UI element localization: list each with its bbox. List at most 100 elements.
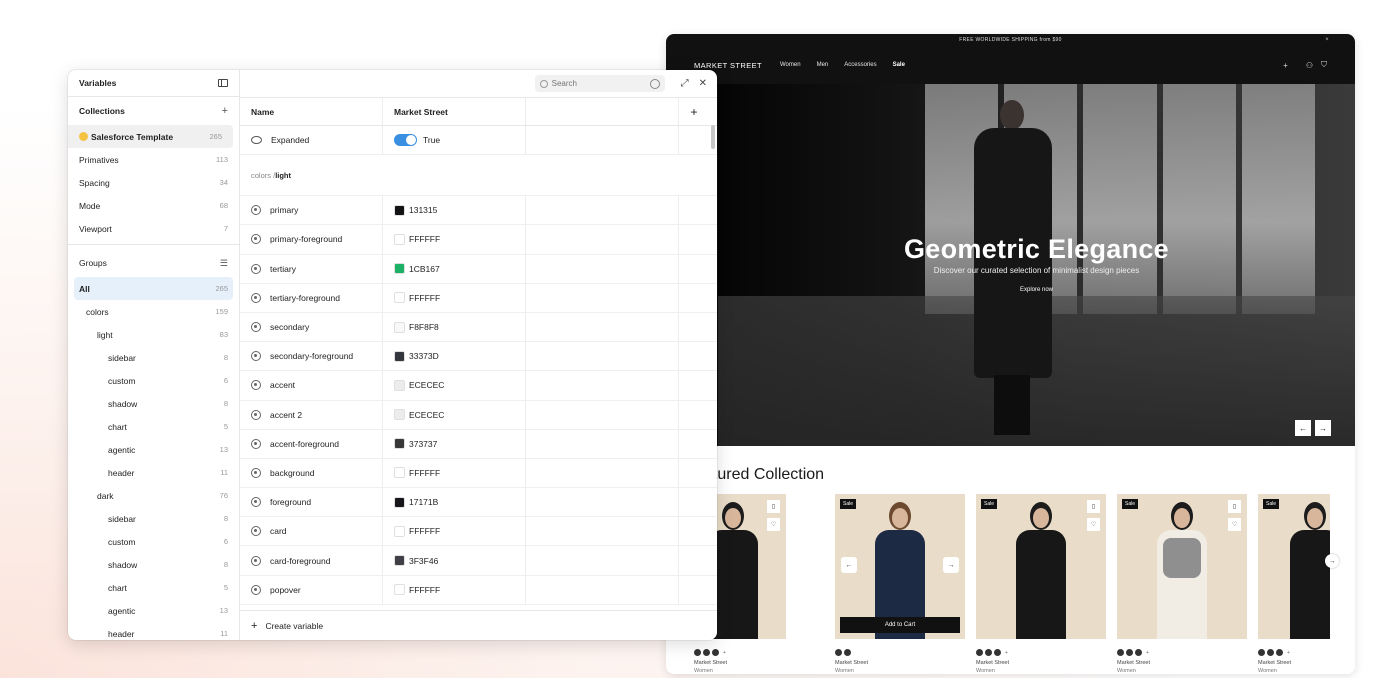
group-all[interactable]: All 265 [74,277,233,300]
color-swatch[interactable] [394,409,405,421]
chevron-left-icon[interactable]: ← [841,557,857,573]
collection-salesforce-template[interactable]: Salesforce Template 265 [68,125,233,148]
variable-value[interactable]: FFFFFF [409,293,440,303]
collection-spacing[interactable]: Spacing 34 [68,171,239,194]
bookmark-icon[interactable]: ▯ [1228,500,1241,513]
add-collection-icon[interactable]: + [222,105,228,117]
table-row[interactable]: primary-foreground FFFFFF [240,225,717,255]
table-row[interactable]: secondary-foreground 33373D [240,342,717,372]
variable-value[interactable]: F8F8F8 [409,322,439,332]
color-swatch[interactable] [394,233,405,245]
search-box[interactable] [534,75,665,92]
user-icon[interactable]: ⚇ [1306,61,1313,70]
table-row[interactable]: primary 131315 [240,196,717,226]
variable-value[interactable]: ECECEC [409,380,444,390]
table-row[interactable]: Expanded True [240,126,717,156]
product-card[interactable]: Sale ▯ ♡ + Market Street Women [1117,494,1247,674]
group-dark-shadow[interactable]: shadow 8 [68,553,239,576]
variable-value[interactable]: FFFFFF [409,585,440,595]
scrollbar[interactable] [711,125,715,149]
product-name[interactable]: Market Street [976,660,1106,666]
group-dark-header[interactable]: header 11 [68,622,239,640]
variable-value[interactable]: 373737 [409,439,437,449]
table-row[interactable]: accent ECECEC [240,371,717,401]
variable-value[interactable]: ECECEC [409,410,444,420]
group-dark-custom[interactable]: custom 6 [68,530,239,553]
table-row[interactable]: accent-foreground 373737 [240,429,717,459]
nav-link-accessories[interactable]: Accessories [844,62,876,68]
hero-prev-button[interactable]: ← [1295,420,1311,436]
nav-link-sale[interactable]: Sale [893,62,905,68]
product-name[interactable]: Market Street [694,660,824,666]
color-swatch[interactable] [394,379,405,391]
table-row[interactable]: foreground 17171B [240,488,717,518]
group-light-custom[interactable]: custom 6 [68,369,239,392]
site-brand[interactable]: MARKET STREET [694,61,762,70]
table-row[interactable]: secondary F8F8F8 [240,312,717,343]
add-to-cart-button[interactable]: Add to Cart [840,617,960,633]
collection-primatives[interactable]: Primatives 113 [68,148,239,171]
heart-icon[interactable]: ♡ [1228,518,1241,531]
table-row[interactable]: card-foreground 3F3F46 [240,546,717,576]
carousel-next-button[interactable]: → [1325,554,1339,568]
color-swatch[interactable] [394,467,405,479]
color-swatch[interactable] [394,525,405,537]
plus-icon[interactable]: + [1283,61,1288,70]
heart-icon[interactable]: ♡ [767,518,780,531]
color-swatch[interactable] [394,438,405,450]
product-card[interactable]: Sale ← → Add to Cart Market Street Women [835,494,965,674]
color-swatch[interactable] [394,292,405,304]
product-name[interactable]: Market Street [1258,660,1330,666]
nav-link-men[interactable]: Men [817,62,829,68]
group-light-chart[interactable]: chart 5 [68,415,239,438]
group-options-icon[interactable]: ☰ [220,258,228,269]
variable-value[interactable]: FFFFFF [409,468,440,478]
table-row[interactable]: background FFFFFF [240,458,717,489]
variable-value[interactable]: FFFFFF [409,234,440,244]
group-light-sidebar[interactable]: sidebar 8 [68,346,239,369]
close-icon[interactable]: × [1325,37,1329,43]
close-icon[interactable]: ✕ [699,78,707,89]
filter-icon[interactable] [649,78,660,89]
hero-next-button[interactable]: → [1315,420,1331,436]
chevron-right-icon[interactable]: → [943,557,959,573]
table-row[interactable]: tertiary-foreground FFFFFF [240,283,717,313]
table-row[interactable]: popover FFFFFF [240,575,717,605]
product-name[interactable]: Market Street [835,660,965,666]
table-row[interactable]: tertiary 1CB167 [240,254,717,284]
bookmark-icon[interactable]: ▯ [767,500,780,513]
group-light-shadow[interactable]: shadow 8 [68,392,239,415]
product-card[interactable]: Sale ▯ ♡ + Market Street Women [976,494,1106,674]
bookmark-icon[interactable]: ▯ [1087,500,1100,513]
variable-value[interactable]: 17171B [409,497,438,507]
nav-link-women[interactable]: Women [780,62,801,68]
collection-viewport[interactable]: Viewport 7 [68,217,239,240]
group-light-header[interactable]: header 11 [68,461,239,484]
variable-value[interactable]: 1CB167 [409,264,440,274]
group-dark-agentic[interactable]: agentic 13 [68,599,239,622]
color-swatch[interactable] [394,204,405,216]
color-swatch[interactable] [394,496,405,508]
collection-mode[interactable]: Mode 68 [68,194,239,217]
column-mode-header[interactable]: Market Street [383,98,526,125]
search-input[interactable] [551,79,642,88]
create-variable-button[interactable]: + Create variable [240,610,717,640]
group-dark[interactable]: dark 76 [68,484,239,507]
group-dark-chart[interactable]: chart 5 [68,576,239,599]
color-swatch[interactable] [394,263,405,275]
group-light-agentic[interactable]: agentic 13 [68,438,239,461]
variable-value[interactable]: 3F3F46 [409,556,438,566]
table-row[interactable]: accent 2 ECECEC [240,400,717,430]
table-row[interactable]: card FFFFFF [240,517,717,547]
group-colors[interactable]: colors 159 [68,300,239,323]
color-swatch[interactable] [394,321,405,333]
variable-value[interactable]: FFFFFF [409,526,440,536]
heart-icon[interactable]: ♡ [1087,518,1100,531]
sidebar-toggle-icon[interactable] [218,79,228,87]
group-dark-sidebar[interactable]: sidebar 8 [68,507,239,530]
expanded-toggle[interactable] [394,134,417,147]
cart-icon[interactable]: ⛉ [1321,60,1327,70]
color-swatch[interactable] [394,584,405,596]
group-light[interactable]: light 83 [68,323,239,346]
color-swatch[interactable] [394,350,405,362]
